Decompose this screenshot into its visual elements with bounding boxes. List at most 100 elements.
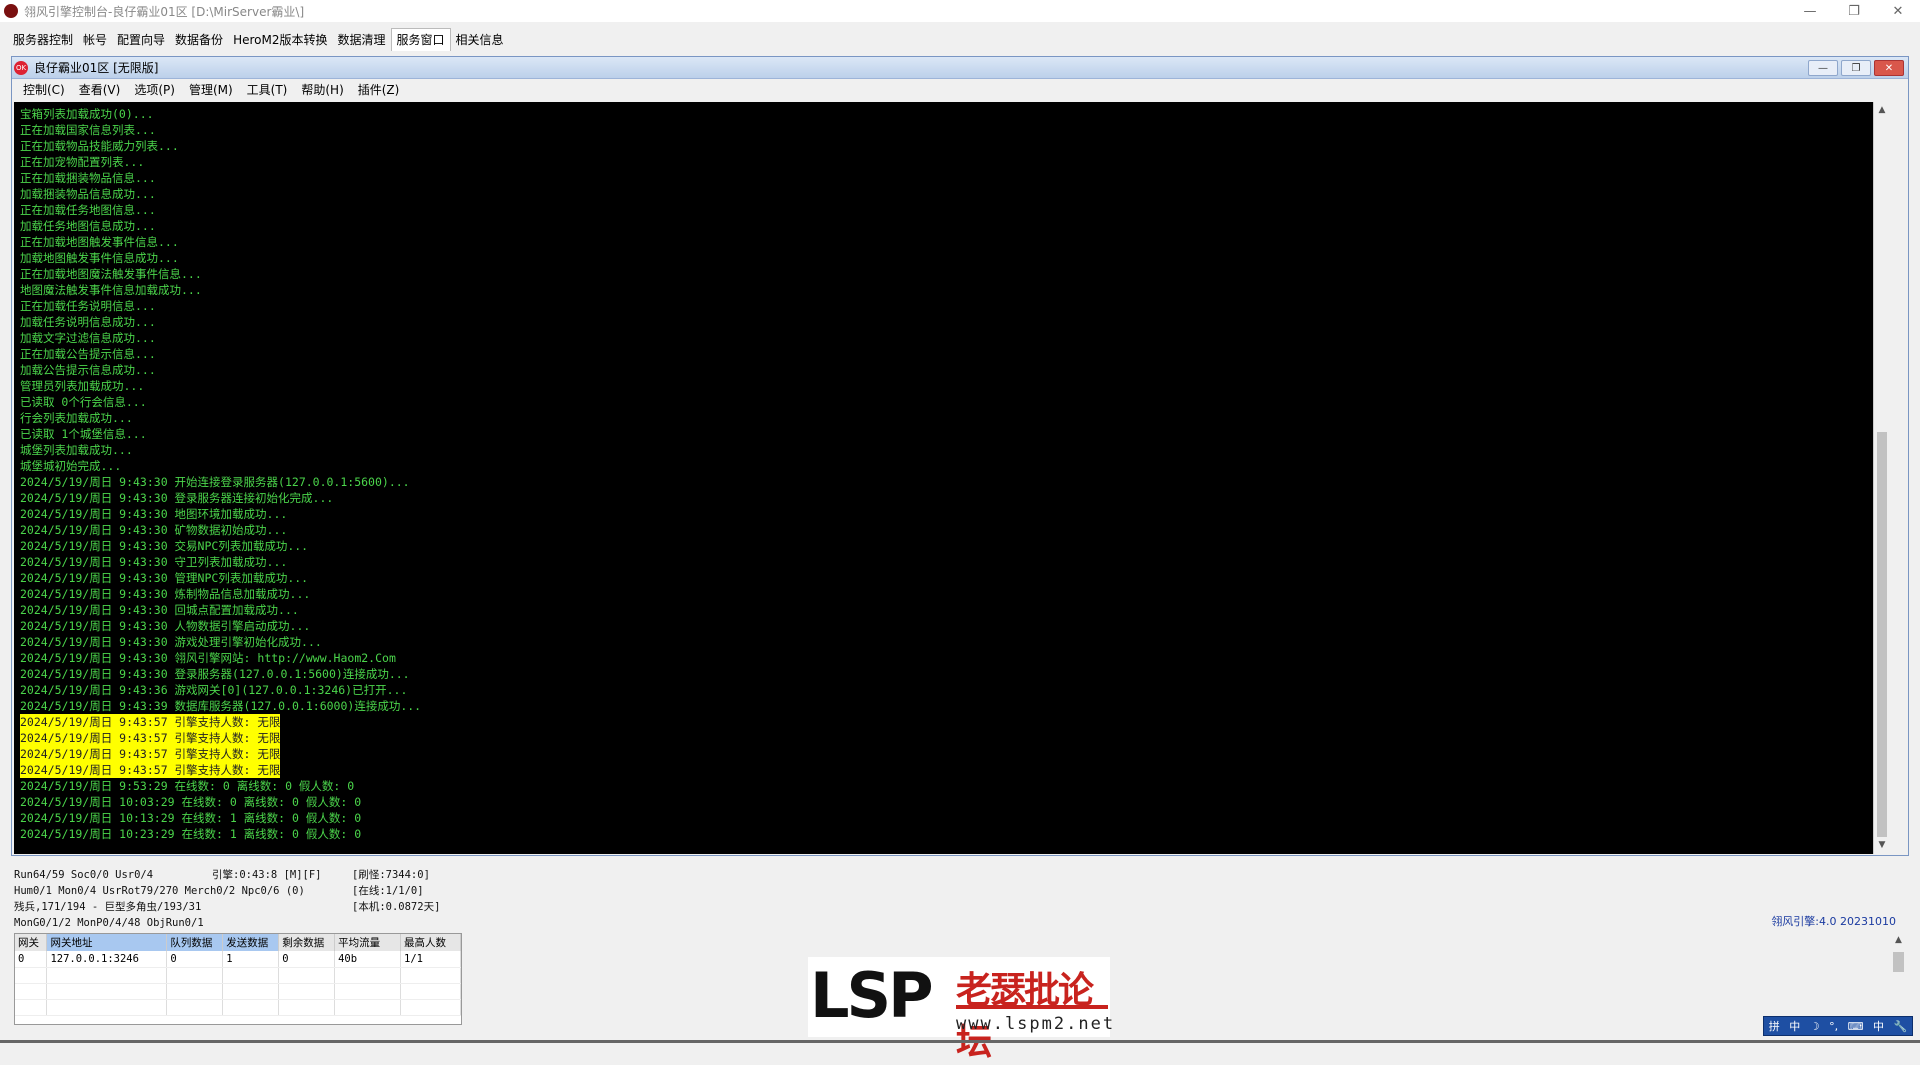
ime-simplified-icon[interactable]: 中: [1873, 1018, 1884, 1034]
cell-address: 127.0.0.1:3246: [46, 951, 168, 968]
scroll-thumb[interactable]: [1877, 432, 1887, 837]
tab-account[interactable]: 帐号: [78, 29, 112, 51]
tab-herom2-convert[interactable]: HeroM2版本转换: [228, 29, 332, 51]
gateway-table: 网关 网关地址 队列数据 发送数据 剩余数据 平均流量 最高人数 0 127.0…: [14, 933, 462, 1025]
ime-halfwidth-icon[interactable]: ☽: [1810, 1020, 1820, 1033]
log-line: 2024/5/19/周日 9:43:30 地图环境加载成功...: [20, 507, 288, 521]
ime-settings-icon[interactable]: 🔧: [1894, 1020, 1908, 1033]
logo-url: www.lspm2.net: [956, 1014, 1116, 1034]
log-console[interactable]: 宝箱列表加载成功(0)... 正在加载国家信息列表... 正在加载物品技能威力列表.…: [14, 102, 1890, 854]
col-queue[interactable]: 队列数据: [166, 934, 224, 951]
log-line: 2024/5/19/周日 10:23:29 在线数: 1 离线数: 0 假人数:…: [20, 827, 362, 841]
log-line: 2024/5/19/周日 9:43:30 人物数据引擎启动成功...: [20, 619, 311, 633]
log-line: 管理员列表加载成功...: [20, 379, 145, 393]
log-line: 正在加载物品技能威力列表...: [20, 139, 179, 153]
log-line: 2024/5/19/周日 9:43:30 交易NPC列表加载成功...: [20, 539, 309, 553]
log-line: 2024/5/19/周日 9:43:57 引擎支持人数: 无限: [20, 730, 281, 746]
col-gate[interactable]: 网关: [15, 934, 48, 951]
status-hum: Hum0/1 Mon0/4 UsrRot79/270 Merch0/2 Npc0…: [14, 885, 305, 897]
ime-keyboard-icon[interactable]: ⌨: [1848, 1020, 1864, 1033]
log-line: 加载任务说明信息成功...: [20, 315, 156, 329]
tab-data-backup[interactable]: 数据备份: [170, 29, 228, 51]
menu-bar: 控制(C) 查看(V) 选项(P) 管理(M) 工具(T) 帮助(H) 插件(Z…: [12, 79, 1908, 100]
ime-chinese-icon[interactable]: 中: [1789, 1018, 1800, 1034]
status-online: [在线:1/1/0]: [352, 885, 424, 897]
col-avg-traffic[interactable]: 平均流量: [334, 934, 402, 951]
scroll-up-icon[interactable]: ▲: [1890, 935, 1907, 950]
app-titlebar: 翎风引擎控制台-良仔霸业01区 [D:\MirServer霸业\] — ❐ ✕: [0, 0, 1920, 22]
status-refresh: [刷怪:7344:0]: [352, 869, 430, 881]
minimize-button[interactable]: —: [1788, 0, 1832, 22]
log-line: 2024/5/19/周日 9:43:30 回城点配置加载成功...: [20, 603, 299, 617]
menu-options[interactable]: 选项(P): [127, 81, 182, 98]
log-line: 2024/5/19/周日 9:43:30 炼制物品信息加载成功...: [20, 587, 311, 601]
ime-toolbar: 拼 中 ☽ °, ⌨ 中 🔧: [1763, 1016, 1913, 1036]
log-line: 已读取 1个城堡信息...: [20, 427, 147, 441]
log-line: 2024/5/19/周日 9:43:30 守卫列表加载成功...: [20, 555, 288, 569]
tab-config-wizard[interactable]: 配置向导: [112, 29, 170, 51]
log-line: 加载捆装物品信息成功...: [20, 187, 156, 201]
scroll-up-icon[interactable]: ▲: [1874, 102, 1890, 119]
tab-service-window[interactable]: 服务窗口: [390, 28, 451, 51]
log-line: 2024/5/19/周日 10:03:29 在线数: 0 离线数: 0 假人数:…: [20, 795, 362, 809]
scroll-thumb[interactable]: [1893, 952, 1904, 972]
log-line: 正在加载地图魔法触发事件信息...: [20, 267, 202, 281]
maximize-button[interactable]: ❐: [1832, 0, 1876, 22]
log-line: 加载地图触发事件信息成功...: [20, 251, 179, 265]
child-close-button[interactable]: ✕: [1874, 60, 1904, 76]
ime-pinyin-icon[interactable]: 拼: [1769, 1018, 1780, 1034]
menu-view[interactable]: 查看(V): [72, 81, 128, 98]
table-row: [15, 967, 461, 984]
child-minimize-button[interactable]: —: [1808, 60, 1838, 76]
menu-manage[interactable]: 管理(M): [182, 81, 240, 98]
tab-data-cleanup[interactable]: 数据清理: [332, 29, 390, 51]
log-line: 2024/5/19/周日 9:43:30 开始连接登录服务器(127.0.0.1…: [20, 475, 410, 489]
menu-control[interactable]: 控制(C): [16, 81, 72, 98]
log-line: 2024/5/19/周日 9:43:57 引擎支持人数: 无限: [20, 762, 281, 778]
console-scrollbar[interactable]: ▲ ▼: [1873, 102, 1890, 854]
log-line: 2024/5/19/周日 9:43:30 游戏处理引擎初始化成功...: [20, 635, 322, 649]
status-mong: MonG0/1/2 MonP0/4/48 ObjRun0/1: [14, 917, 204, 929]
log-line: 2024/5/19/周日 9:43:30 矿物数据初始成功...: [20, 523, 288, 537]
table-row: [15, 983, 461, 1000]
log-line: 加载任务地图信息成功...: [20, 219, 156, 233]
cell-avg-traffic: 40b: [334, 951, 402, 968]
menu-plugins[interactable]: 插件(Z): [351, 81, 407, 98]
log-line: 正在加载国家信息列表...: [20, 123, 156, 137]
scroll-down-icon[interactable]: ▼: [1874, 837, 1890, 854]
log-line: 宝箱列表加载成功(0)...: [20, 107, 154, 121]
col-remaining[interactable]: 剩余数据: [278, 934, 336, 951]
ime-punct-icon[interactable]: °,: [1829, 1020, 1838, 1033]
app-icon: [4, 4, 18, 18]
status-monster: 残兵,171/194 - 巨型多角虫/193/31: [14, 901, 202, 913]
log-line: 2024/5/19/周日 9:43:30 登录服务器(127.0.0.1:560…: [20, 667, 410, 681]
lower-scrollbar[interactable]: ▲: [1890, 935, 1907, 1025]
logo-cn-text: 老瑟批论坛: [956, 970, 1094, 1063]
service-child-window: OK 良仔霸业01区 [无限版] — ❐ ✕ 控制(C) 查看(V) 选项(P)…: [11, 56, 1909, 856]
log-line: 地图魔法触发事件信息加载成功...: [20, 283, 202, 297]
col-gate-address[interactable]: 网关地址: [46, 934, 168, 951]
menu-help[interactable]: 帮助(H): [294, 81, 350, 98]
log-line: 加载文字过滤信息成功...: [20, 331, 156, 345]
log-line: 加载公告提示信息成功...: [20, 363, 156, 377]
child-window-title: 良仔霸业01区 [无限版]: [34, 61, 159, 75]
cell-queue: 0: [166, 951, 224, 968]
status-engine-time: 引擎:0:43:8 [M][F]: [212, 869, 322, 881]
app-title: 翎风引擎控制台-良仔霸业01区 [D:\MirServer霸业\]: [24, 4, 305, 19]
menu-tools[interactable]: 工具(T): [240, 81, 295, 98]
status-run: Run64/59 Soc0/0 Usr0/4: [14, 869, 154, 881]
table-row[interactable]: 0 127.0.0.1:3246 0 1 0 40b 1/1: [15, 951, 461, 968]
log-lines: 宝箱列表加载成功(0)... 正在加载国家信息列表... 正在加载物品技能威力列表.…: [20, 106, 421, 842]
tab-related-info[interactable]: 相关信息: [451, 29, 509, 51]
col-max-users[interactable]: 最高人数: [400, 934, 461, 951]
tab-server-control[interactable]: 服务器控制: [8, 29, 78, 51]
log-line: 正在加载公告提示信息...: [20, 347, 156, 361]
log-line: 2024/5/19/周日 9:43:30 管理NPC列表加载成功...: [20, 571, 309, 585]
child-restore-button[interactable]: ❐: [1841, 60, 1871, 76]
status-local: [本机:0.0872天]: [352, 901, 441, 913]
child-window-controls: — ❐ ✕: [1808, 60, 1904, 76]
cell-max-users: 1/1: [400, 951, 461, 968]
col-sent[interactable]: 发送数据: [222, 934, 280, 951]
log-line: 2024/5/19/周日 9:43:30 登录服务器连接初始化完成...: [20, 491, 334, 505]
close-button[interactable]: ✕: [1876, 0, 1920, 22]
